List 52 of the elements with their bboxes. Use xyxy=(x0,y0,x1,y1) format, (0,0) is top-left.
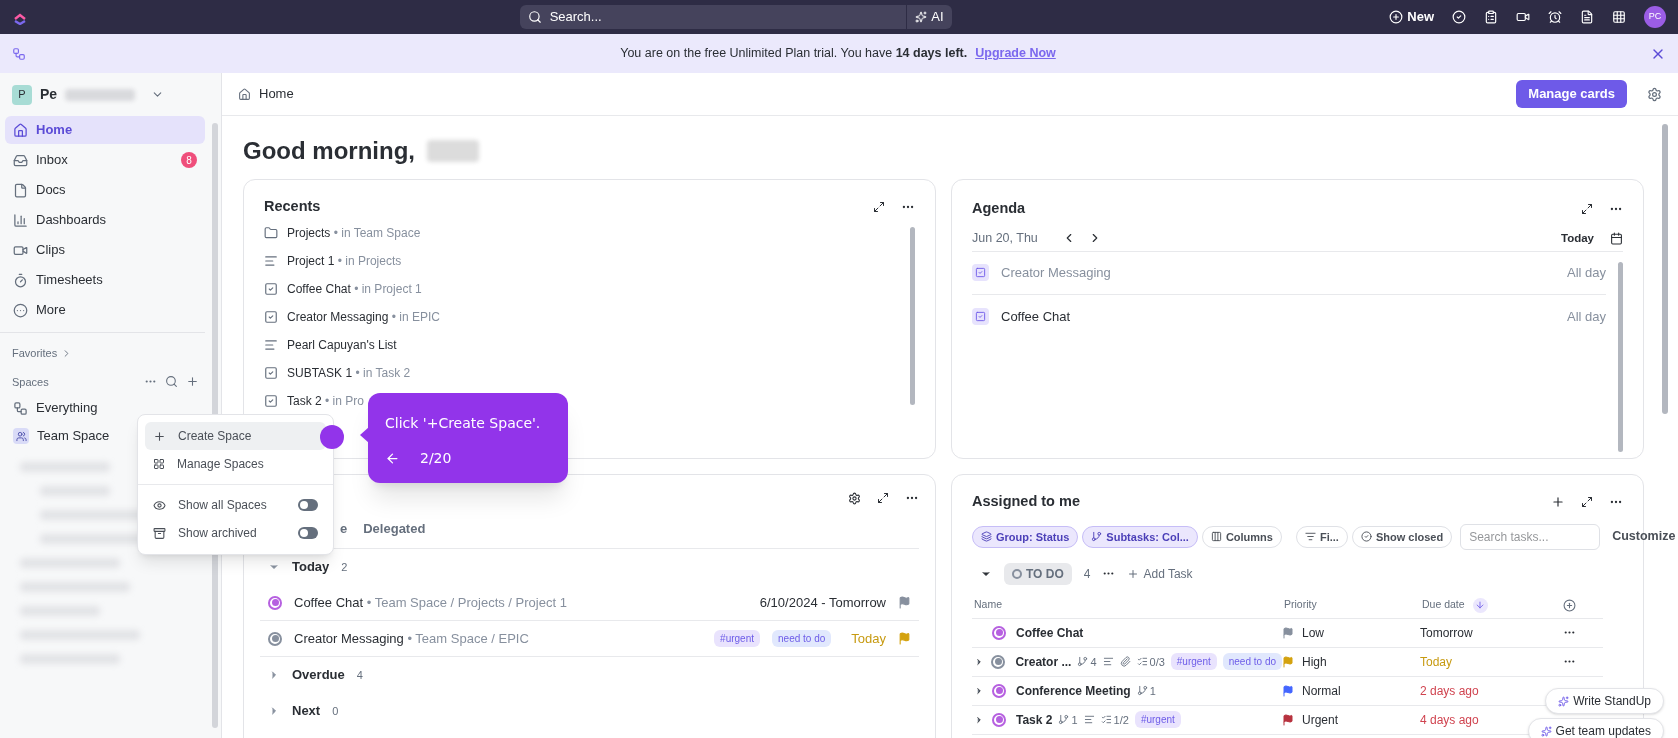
group-count: 4 xyxy=(1083,565,1091,583)
tag: #urgent xyxy=(714,630,761,647)
priority-label: Normal xyxy=(1302,682,1341,700)
group-count: 4 xyxy=(356,667,363,683)
priority-label: High xyxy=(1302,653,1327,671)
agenda-time: All day xyxy=(1566,307,1606,326)
group-title: Today xyxy=(292,558,330,577)
meta-count: 0/3 xyxy=(1136,653,1165,670)
card-title: Recents xyxy=(264,197,322,216)
tag: #urgent xyxy=(1170,653,1217,671)
card-title: Assigned to me xyxy=(972,492,1081,511)
agenda-time: All day xyxy=(1566,264,1606,282)
task-title: Coffee Chat • Team Space / Projects / Project 1 xyxy=(294,593,568,612)
task-title: Task 2 xyxy=(1016,711,1053,729)
count-badge: 8 xyxy=(181,152,197,168)
toggle-label: Show archived xyxy=(178,525,258,542)
due-date: Tomorrow xyxy=(1420,624,1474,642)
banner-text: You are on the free Unlimited Plan trial. You have 14 days left. xyxy=(620,45,968,63)
due-date: Today xyxy=(1420,653,1454,671)
group-count: 2 xyxy=(341,559,348,575)
card-title: Agenda xyxy=(972,199,1027,218)
agenda-date: Jun 20, Thu xyxy=(972,229,1038,247)
task-title: Coffee Chat xyxy=(1016,624,1084,642)
spaces-label: Spaces xyxy=(12,374,50,390)
group-title: Next xyxy=(292,702,321,721)
meta-count: 1 xyxy=(1136,682,1156,699)
task-title: Creator Messaging • Team Space / EPIC xyxy=(294,629,530,648)
tag: need to do xyxy=(772,630,832,647)
meta-count: 1 xyxy=(1058,711,1078,728)
tag: need to do xyxy=(1222,653,1282,671)
meta-count: 1/2 xyxy=(1100,711,1129,728)
greeting: Good morning, xyxy=(243,136,415,166)
workspace-avatar: P xyxy=(12,84,32,105)
task-title: Conference Meeting xyxy=(1016,682,1131,700)
status-badge: TO DO xyxy=(1004,562,1072,585)
agenda-task: Creator Messaging xyxy=(1001,264,1112,282)
task-title: Creator ... xyxy=(1015,653,1072,671)
priority-label: Urgent xyxy=(1302,711,1339,729)
meta-count: 4 xyxy=(1077,653,1097,670)
step-counter: 2/20 xyxy=(420,449,452,468)
due-date: 6/10/2024 - Tomorrow xyxy=(759,593,886,612)
due-date: 2 days ago xyxy=(1420,682,1480,700)
agenda-task: Coffee Chat xyxy=(1001,307,1072,326)
tag: #urgent xyxy=(1134,711,1181,729)
toggle-label: Show all Spaces xyxy=(178,497,268,514)
tooltip-text: Click '+Create Space'. xyxy=(385,414,542,433)
due-date: 4 days ago xyxy=(1420,711,1480,729)
group-count: 0 xyxy=(332,703,339,719)
due-date: Today xyxy=(851,629,886,648)
priority-label: Low xyxy=(1302,624,1324,642)
group-title: Overdue xyxy=(292,666,345,685)
workspace-name: Pe xyxy=(40,85,58,104)
